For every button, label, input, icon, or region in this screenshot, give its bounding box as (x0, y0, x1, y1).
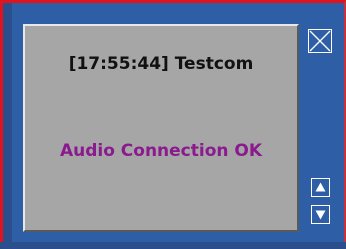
bottom-edge (0, 242, 346, 249)
triangle-up-icon (315, 182, 326, 192)
scroll-up-button[interactable] (311, 178, 330, 197)
message-timestamp-line: [17:55:44] Testcom (68, 54, 254, 74)
left-edge-shade (3, 3, 12, 246)
triangle-down-icon (315, 210, 326, 220)
scroll-down-button[interactable] (311, 205, 330, 224)
message-status-line: Audio Connection OK (59, 141, 263, 161)
close-button[interactable] (308, 29, 332, 53)
message-panel: [17:55:44] Testcom Audio Connection OK (23, 24, 299, 232)
close-x-icon (309, 30, 331, 52)
